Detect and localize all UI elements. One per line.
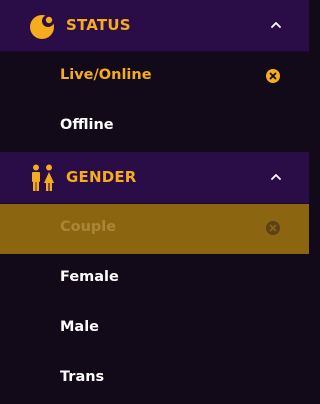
filter-panel: STATUS Live/Online Offline GENDER Couple… bbox=[0, 0, 309, 400]
filter-item-trans[interactable]: Trans bbox=[0, 354, 309, 404]
filter-item-female[interactable]: Female bbox=[0, 254, 309, 304]
status-section-header[interactable]: STATUS bbox=[0, 0, 309, 52]
filter-item-label: Live/Online bbox=[60, 67, 152, 83]
filter-item-male[interactable]: Male bbox=[0, 304, 309, 354]
filter-item-live-online[interactable]: Live/Online bbox=[0, 52, 309, 102]
filter-item-label: Trans bbox=[60, 369, 105, 385]
gender-section-header[interactable]: GENDER bbox=[0, 152, 309, 204]
filter-item-label: Male bbox=[60, 319, 100, 335]
couple-gender-icon bbox=[32, 164, 54, 191]
chevron-up-icon[interactable] bbox=[270, 171, 282, 183]
filter-item-label: Couple bbox=[60, 219, 117, 235]
filter-item-label: Offline bbox=[60, 117, 114, 133]
filter-item-offline[interactable]: Offline bbox=[0, 102, 309, 152]
moon-status-icon bbox=[30, 15, 54, 39]
clear-filter-icon[interactable] bbox=[266, 221, 280, 235]
chevron-up-icon[interactable] bbox=[270, 19, 282, 31]
gender-section-title: GENDER bbox=[66, 168, 137, 186]
clear-filter-icon[interactable] bbox=[266, 69, 280, 83]
filter-item-couple[interactable]: Couple bbox=[0, 204, 309, 254]
status-section-title: STATUS bbox=[66, 16, 131, 34]
filter-item-label: Female bbox=[60, 269, 119, 285]
